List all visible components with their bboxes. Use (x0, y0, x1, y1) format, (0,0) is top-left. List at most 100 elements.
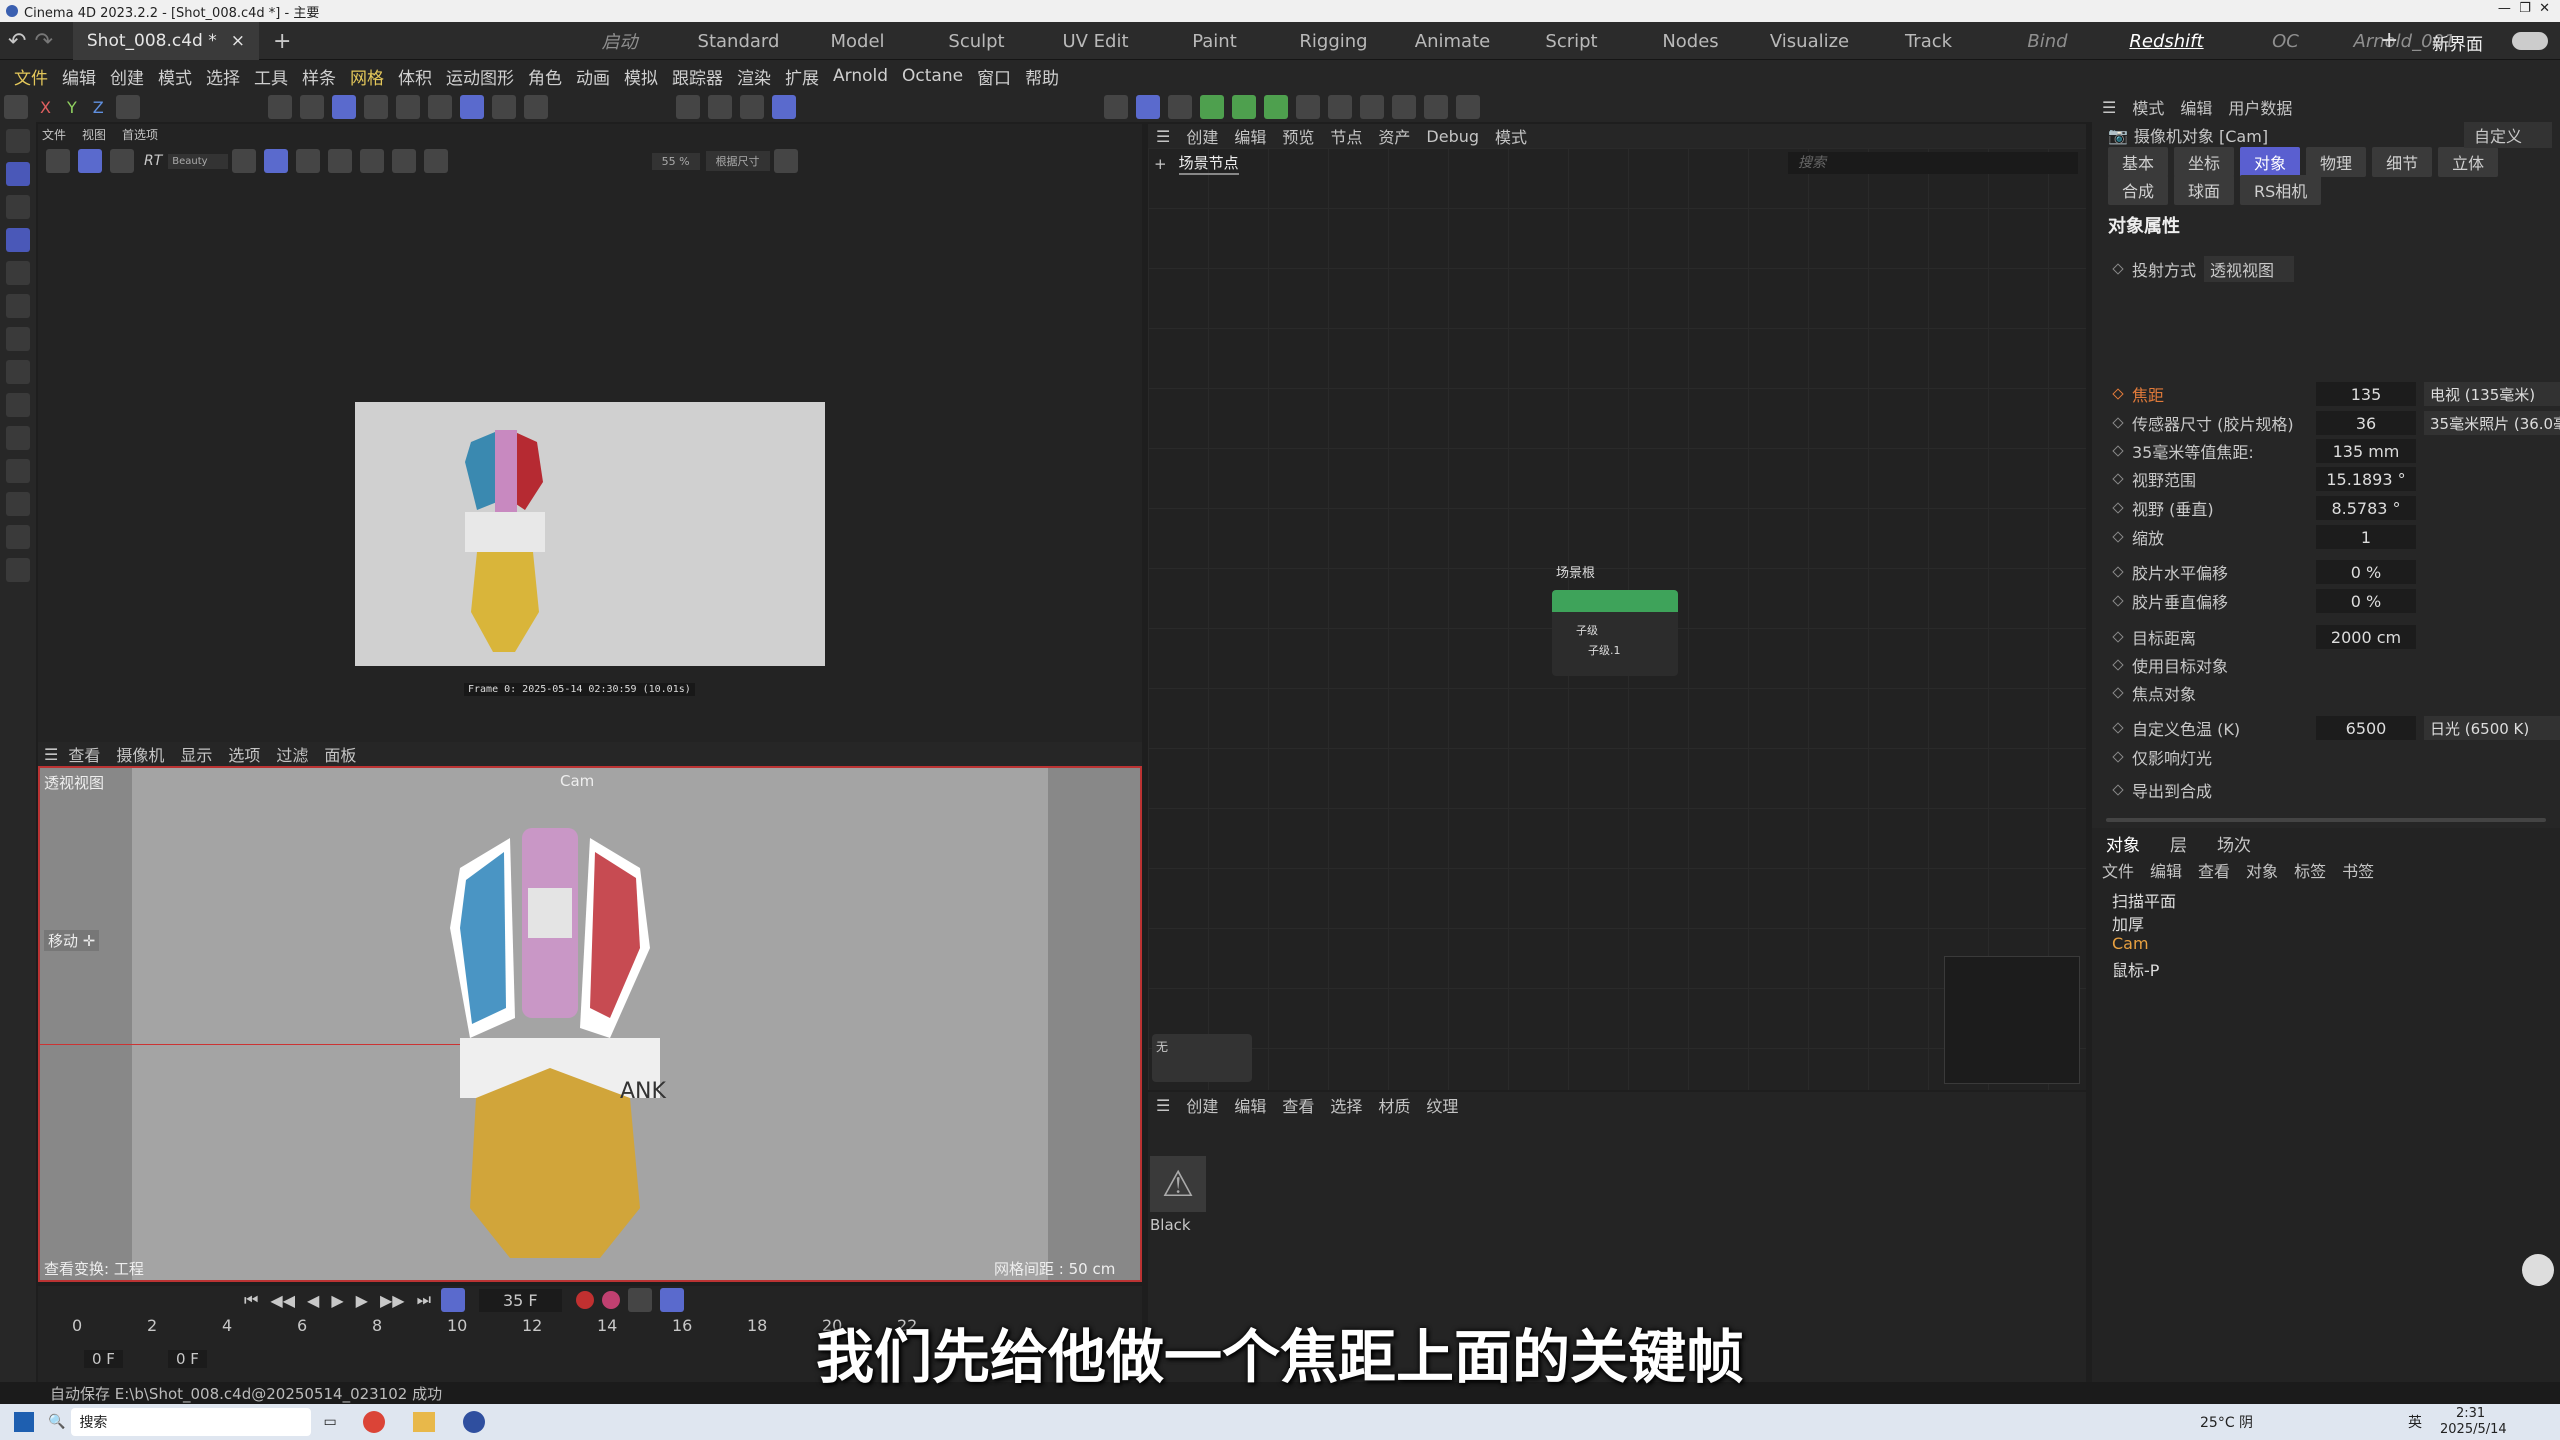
projection-select[interactable]: 透视视图 (2204, 256, 2295, 282)
task-view-icon[interactable]: ▭ (323, 1414, 336, 1430)
node-menu-debug[interactable]: Debug (1426, 127, 1479, 146)
layout-tab-9[interactable]: Nodes (1631, 31, 1750, 52)
add-layout-icon[interactable]: + (2380, 28, 2398, 53)
anim-dot-icon[interactable] (2112, 263, 2124, 275)
anim-dot-icon[interactable] (2112, 687, 2124, 699)
menu-icon[interactable]: ☰ (1156, 127, 1170, 146)
render-settings-icon[interactable] (739, 95, 764, 119)
mat-menu-select[interactable]: 选择 (1330, 1093, 1362, 1117)
anim-dot-icon[interactable] (2112, 417, 2124, 429)
auto-key-icon[interactable] (601, 1291, 620, 1309)
layout-tab-14[interactable]: OC (2226, 31, 2345, 52)
render-icon[interactable] (46, 149, 70, 173)
viewport-menu-filter[interactable]: 过滤 (276, 742, 308, 766)
om-menu-3[interactable]: 对象 (2246, 858, 2278, 882)
toggle-switch[interactable] (2512, 32, 2548, 50)
render-menu-view[interactable]: 视图 (82, 126, 106, 143)
snapshot-icon[interactable] (423, 149, 448, 173)
grid-icon[interactable] (295, 149, 320, 173)
taskbar-search[interactable]: 搜索 (71, 1408, 312, 1436)
om-menu-5[interactable]: 书签 (2342, 858, 2374, 882)
menu-item-15[interactable]: 扩展 (785, 64, 819, 89)
spline-pen-icon[interactable] (6, 525, 30, 549)
zoom-icon[interactable] (6, 129, 30, 153)
render-menu-file[interactable]: 文件 (42, 126, 66, 143)
menu-item-7[interactable]: 网格 (350, 64, 384, 89)
exposure-icon[interactable] (327, 149, 352, 173)
prev-key-icon[interactable]: ◀◀ (270, 1291, 295, 1310)
mat-menu-create[interactable]: 创建 (1186, 1093, 1218, 1117)
menu-item-3[interactable]: 模式 (158, 64, 192, 89)
anim-dot-icon[interactable] (2112, 566, 2124, 578)
menu-item-1[interactable]: 编辑 (62, 64, 96, 89)
live-select-icon[interactable] (6, 195, 30, 219)
material-swatch[interactable]: ⚠ Black (1150, 1156, 1210, 1236)
redshift-ipr-icon[interactable] (771, 95, 796, 119)
volume-icon[interactable] (1360, 95, 1384, 119)
search-icon[interactable]: 🔍 (48, 1414, 65, 1430)
edges-mode-icon[interactable] (299, 95, 324, 119)
property-value[interactable]: 36 (2316, 411, 2416, 435)
menu-item-11[interactable]: 动画 (576, 64, 610, 89)
menu-item-13[interactable]: 跟踪器 (672, 64, 723, 89)
om-menu-1[interactable]: 编辑 (2150, 858, 2182, 882)
text-icon[interactable] (1168, 95, 1192, 119)
field-icon[interactable] (1296, 95, 1320, 119)
render-region-icon[interactable] (675, 95, 700, 119)
property-preset[interactable]: 35毫米照片 (36.0毫 (2424, 411, 2560, 435)
axis-mode-icon[interactable] (395, 95, 420, 119)
layout-tab-5[interactable]: Paint (1155, 31, 1274, 52)
light-icon[interactable] (1424, 95, 1448, 119)
go-start-icon[interactable]: ⏮ (244, 1290, 258, 1310)
clock-date[interactable]: 2025/5/14 (2440, 1422, 2507, 1437)
list-item[interactable]: 扫描平面 (2112, 888, 2176, 912)
scene-nodes-tab[interactable]: 场景节点 (1178, 152, 1239, 175)
property-value[interactable]: 6500 (2316, 716, 2416, 740)
menu-icon[interactable]: ☰ (1156, 1096, 1170, 1115)
snap-icon[interactable] (427, 95, 452, 119)
current-frame-field[interactable]: 35 F (478, 1288, 562, 1312)
attr-menu-mode[interactable]: 模式 (2132, 95, 2164, 119)
node-menu-node[interactable]: 节点 (1330, 124, 1362, 148)
workplane-icon[interactable] (523, 95, 548, 119)
viewport-menu-panel[interactable]: 面板 (324, 742, 356, 766)
weld-icon[interactable] (6, 558, 30, 582)
grid-snap-icon[interactable] (459, 95, 484, 119)
anim-dot-icon[interactable] (2112, 631, 2124, 643)
attr-menu-edit[interactable]: 编辑 (2180, 95, 2212, 119)
cube-icon[interactable] (1104, 95, 1128, 119)
window-controls[interactable]: — ❐ ✕ (2498, 1, 2550, 16)
undo-icon[interactable]: ↶ (8, 29, 26, 54)
rotate-icon[interactable] (6, 261, 30, 285)
menu-item-8[interactable]: 体积 (398, 64, 432, 89)
layout-tab-1[interactable]: Standard (679, 31, 798, 52)
windows-start-icon[interactable] (14, 1412, 34, 1432)
menu-icon[interactable]: ☰ (2102, 98, 2116, 117)
om-menu-0[interactable]: 文件 (2102, 858, 2134, 882)
explorer-icon[interactable] (412, 1412, 435, 1432)
menu-item-6[interactable]: 样条 (302, 64, 336, 89)
gear-icon[interactable] (773, 149, 798, 173)
c4d-taskbar-icon[interactable] (462, 1411, 485, 1433)
motion-icon[interactable] (659, 1288, 684, 1312)
symmetry-icon[interactable] (491, 95, 516, 119)
attr-tab-tabs2-1[interactable]: 球面 (2174, 175, 2235, 205)
node-minimap[interactable] (1944, 956, 2080, 1084)
add-icon[interactable]: + (1154, 155, 1167, 173)
property-value[interactable]: 15.1893 ° (2316, 467, 2416, 491)
coordinate-icon[interactable] (115, 95, 140, 119)
attr-menu-userdata[interactable]: 用户数据 (2228, 95, 2292, 119)
layout-tab-3[interactable]: Sculpt (917, 31, 1036, 52)
fit-select[interactable]: 根据尺寸 (705, 151, 770, 171)
scene-icon[interactable] (1328, 95, 1352, 119)
list-item[interactable]: 加厚 (2112, 911, 2144, 935)
chrome-icon[interactable] (362, 1411, 385, 1433)
menu-item-19[interactable]: 帮助 (1025, 64, 1059, 89)
menu-icon[interactable]: ☰ (44, 745, 58, 764)
menu-item-5[interactable]: 工具 (254, 64, 288, 89)
attr-scrollbar[interactable] (2106, 818, 2546, 822)
circle-icon[interactable] (359, 149, 384, 173)
mat-menu-material[interactable]: 材质 (1378, 1093, 1410, 1117)
keyframe-icon[interactable] (627, 1288, 652, 1312)
anim-dot-icon[interactable] (2112, 388, 2124, 400)
